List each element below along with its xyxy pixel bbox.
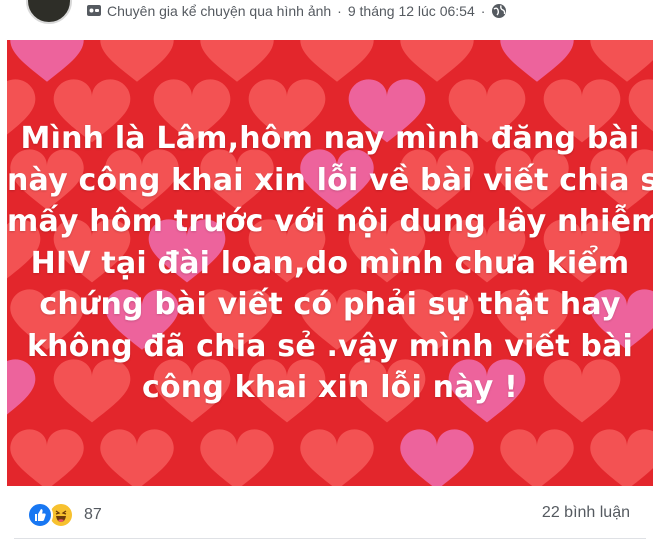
divider bbox=[14, 538, 646, 539]
reactions-summary[interactable]: 87 bbox=[27, 502, 102, 528]
text-line: Mình là Lâm,hôm nay mình đăng bài bbox=[20, 121, 640, 156]
text-line: mấy hôm trước với nội dung lây nhiễm bbox=[7, 204, 653, 239]
like-icon[interactable] bbox=[27, 502, 53, 528]
text-line: chứng bài viết có phải sự thật hay bbox=[39, 287, 621, 322]
heart-shape bbox=[400, 40, 474, 82]
globe-icon[interactable] bbox=[491, 3, 507, 19]
post-footer: 87 22 bình luận bbox=[0, 486, 660, 548]
flag-page-icon bbox=[87, 5, 101, 16]
post-image[interactable]: Mình là Lâm,hôm nay mình đăng bài này cô… bbox=[7, 40, 653, 486]
avatar[interactable] bbox=[26, 0, 72, 24]
heart-shape bbox=[200, 429, 274, 486]
heart-shape bbox=[200, 40, 274, 82]
heart-shape bbox=[500, 40, 574, 82]
heart-shape bbox=[400, 429, 474, 486]
text-line: công khai xin lỗi này ! bbox=[142, 370, 518, 405]
meta-separator-2: · bbox=[480, 3, 486, 19]
post-image-text: Mình là Lâm,hôm nay mình đăng bài này cô… bbox=[7, 118, 653, 409]
text-line: này công khai xin lỗi về bài viết chia s… bbox=[7, 162, 653, 198]
heart-shape bbox=[590, 429, 653, 486]
page-name[interactable]: Chuyên gia kể chuyện qua hình ảnh bbox=[107, 3, 331, 19]
text-line: không đã chia sẻ .vậy mình viết bài bbox=[27, 328, 633, 364]
heart-shape bbox=[10, 40, 84, 82]
reaction-count[interactable]: 87 bbox=[84, 506, 102, 524]
text-line: HIV tại đài loan,do mình chưa kiểm bbox=[30, 245, 630, 281]
post-meta: Chuyên gia kể chuyện qua hình ảnh · 9 th… bbox=[86, 3, 507, 19]
heart-shape bbox=[100, 429, 174, 486]
heart-shape bbox=[100, 40, 174, 82]
post-header: Chuyên gia kể chuyện qua hình ảnh · 9 th… bbox=[0, 0, 660, 30]
heart-shape bbox=[590, 40, 653, 82]
post-timestamp[interactable]: 9 tháng 12 lúc 06:54 bbox=[348, 3, 475, 19]
comments-count[interactable]: 22 bình luận bbox=[542, 504, 630, 522]
meta-separator: · bbox=[337, 3, 342, 19]
heart-shape bbox=[10, 429, 84, 486]
heart-shape bbox=[500, 429, 574, 486]
heart-shape bbox=[300, 429, 374, 486]
heart-shape bbox=[300, 40, 374, 82]
